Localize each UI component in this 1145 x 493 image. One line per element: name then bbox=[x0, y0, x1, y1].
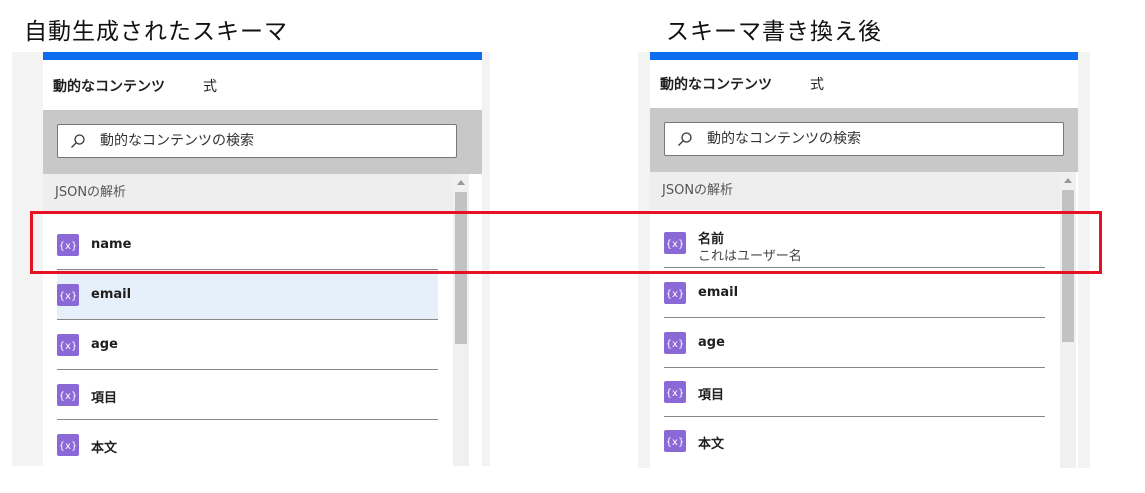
svg-text:{x}: {x} bbox=[667, 339, 683, 350]
list-item[interactable]: {x} 項目 bbox=[650, 367, 1045, 417]
list-item[interactable]: {x} email bbox=[650, 268, 1045, 318]
scroll-up-arrow-icon[interactable] bbox=[457, 180, 465, 185]
json-variable-icon: {x} bbox=[664, 282, 686, 304]
json-variable-icon: {x} bbox=[57, 284, 79, 306]
search-icon bbox=[71, 134, 85, 148]
left-search-area bbox=[43, 110, 482, 174]
list-item[interactable]: {x} 本文 bbox=[650, 416, 1045, 466]
svg-text:{x}: {x} bbox=[60, 391, 76, 402]
item-label: age bbox=[91, 337, 118, 352]
right-panel-accent-bar bbox=[650, 52, 1078, 60]
svg-text:{x}: {x} bbox=[60, 291, 76, 302]
search-input[interactable] bbox=[707, 123, 1007, 155]
item-label: email bbox=[698, 285, 739, 300]
list-item[interactable]: {x} email bbox=[57, 270, 438, 320]
search-icon bbox=[678, 132, 692, 146]
left-tab-bar: 動的なコンテンツ 式 bbox=[43, 64, 482, 112]
item-label: 項目 bbox=[698, 388, 725, 403]
left-panel-accent-bar bbox=[43, 52, 482, 60]
caption-auto-generated-schema: 自動生成されたスキーマ bbox=[24, 19, 288, 45]
right-section-header: JSONの解析 bbox=[650, 172, 1060, 210]
tab-dynamic-content[interactable]: 動的なコンテンツ bbox=[660, 62, 772, 110]
json-variable-icon: {x} bbox=[57, 334, 79, 356]
json-variable-icon: {x} bbox=[664, 332, 686, 354]
json-variable-icon: {x} bbox=[57, 384, 79, 406]
item-label: age bbox=[698, 335, 725, 350]
list-item[interactable]: {x} 項目 bbox=[43, 370, 438, 420]
json-variable-icon: {x} bbox=[57, 434, 79, 456]
left-search-box[interactable] bbox=[57, 124, 457, 158]
svg-text:{x}: {x} bbox=[667, 437, 683, 448]
svg-text:{x}: {x} bbox=[667, 388, 683, 399]
tab-dynamic-content[interactable]: 動的なコンテンツ bbox=[53, 64, 165, 112]
search-input[interactable] bbox=[100, 125, 400, 157]
svg-text:{x}: {x} bbox=[667, 289, 683, 300]
tab-expression[interactable]: 式 bbox=[810, 62, 824, 108]
caption-schema-after-edit: スキーマ書き換え後 bbox=[666, 19, 882, 45]
list-item[interactable]: {x} age bbox=[650, 318, 1045, 368]
list-item[interactable]: {x} 本文 bbox=[43, 420, 438, 470]
left-section-header: JSONの解析 bbox=[43, 174, 453, 212]
json-variable-icon: {x} bbox=[664, 381, 686, 403]
item-label: 項目 bbox=[91, 391, 118, 406]
item-label: email bbox=[91, 287, 132, 302]
right-search-box[interactable] bbox=[664, 122, 1064, 156]
tab-expression[interactable]: 式 bbox=[203, 64, 217, 110]
right-tab-bar: 動的なコンテンツ 式 bbox=[650, 62, 1078, 110]
scroll-up-arrow-icon[interactable] bbox=[1064, 178, 1072, 183]
json-variable-icon: {x} bbox=[664, 430, 686, 452]
item-label: 本文 bbox=[91, 441, 118, 456]
list-item[interactable]: {x} age bbox=[43, 320, 438, 370]
svg-text:{x}: {x} bbox=[60, 341, 76, 352]
comparison-highlight-box bbox=[30, 211, 1102, 274]
right-search-area bbox=[650, 108, 1078, 172]
item-label: 本文 bbox=[698, 437, 725, 452]
svg-text:{x}: {x} bbox=[60, 441, 76, 452]
